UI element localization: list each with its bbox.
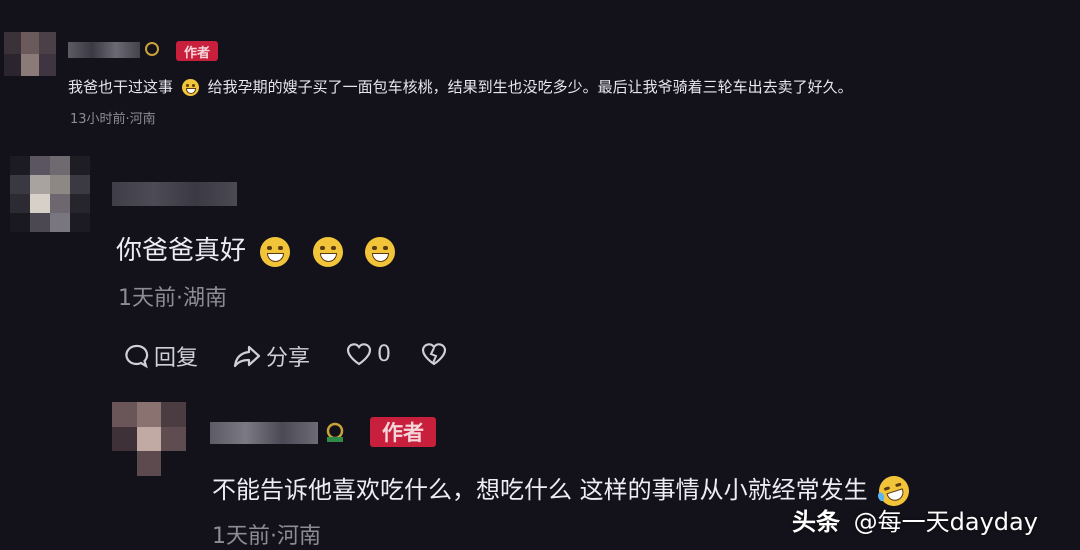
dislike-button[interactable] [420, 340, 448, 368]
like-count: 0 [377, 341, 391, 367]
author-name-blurred [112, 182, 237, 206]
author-tag: 作者 [370, 417, 436, 447]
comment-text: 不能告诉他喜欢吃什么，想吃什么 这样的事情从小就经常发生 [212, 470, 914, 510]
verified-badge-icon [324, 421, 346, 443]
grin-emoji-icon [260, 236, 291, 267]
reply-button[interactable]: 回复 [122, 340, 198, 372]
share-icon [233, 345, 261, 368]
author-name-blurred [68, 42, 140, 58]
heart-icon [346, 343, 372, 366]
author-tag: 作者 [176, 41, 218, 61]
grin-emoji-icon [181, 79, 199, 96]
comment-text: 我爸也干过这事 给我孕期的嫂子买了一面包车核桃，结果到生也没吃多少。最后让我爷骑… [68, 78, 853, 96]
avatar[interactable] [10, 156, 90, 232]
reply-icon [125, 344, 149, 369]
avatar[interactable] [4, 32, 56, 76]
comment-meta: 1天前·湖南 [118, 286, 227, 311]
grin-emoji-icon [364, 236, 395, 267]
verified-badge-icon [145, 42, 159, 56]
share-label: 分享 [266, 346, 311, 371]
grin-emoji-icon [312, 236, 343, 267]
comment-meta: 13小时前·河南 [70, 112, 156, 127]
like-button[interactable]: 0 [345, 340, 391, 368]
author-name-blurred [210, 422, 318, 444]
avatar[interactable] [112, 402, 186, 476]
watermark: 头条 @每一天dayday [792, 502, 1038, 537]
watermark-platform: 头条 [792, 508, 840, 536]
comment-text: 你爸爸真好 [116, 230, 395, 267]
share-button[interactable]: 分享 [232, 340, 310, 372]
watermark-account: @每一天dayday [853, 508, 1038, 536]
dislike-heart-icon [421, 343, 447, 366]
comment-meta: 1天前·河南 [212, 524, 321, 549]
reply-label: 回复 [154, 346, 199, 371]
